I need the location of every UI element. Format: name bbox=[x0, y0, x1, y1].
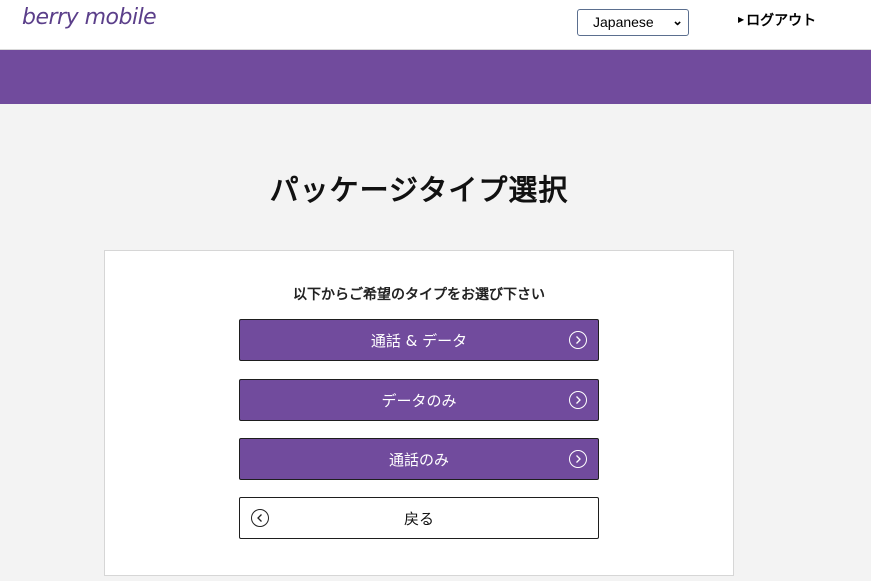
chevron-right-circle-icon bbox=[569, 391, 587, 409]
chevron-down-icon: ⌄ bbox=[672, 13, 683, 28]
data-only-button[interactable]: データのみ bbox=[239, 379, 599, 421]
triangle-right-icon: ▶ bbox=[738, 14, 745, 24]
page-title: パッケージタイプ選択 bbox=[269, 173, 569, 207]
call-and-data-button[interactable]: 通話 & データ bbox=[239, 319, 599, 361]
call-and-data-label: 通話 & データ bbox=[370, 332, 468, 350]
language-select[interactable]: Japanese ⌄ bbox=[577, 9, 689, 36]
chevron-right-circle-icon bbox=[569, 450, 587, 468]
purple-banner bbox=[0, 50, 871, 104]
back-label: 戻る bbox=[403, 510, 434, 528]
back-button[interactable]: 戻る bbox=[239, 497, 599, 539]
berry-mobile-logo[interactable]: berry mobile bbox=[22, 5, 157, 30]
top-header: berry mobile Japanese ⌄ ▶ ログアウト bbox=[0, 0, 871, 50]
call-only-button[interactable]: 通話のみ bbox=[239, 438, 599, 480]
logout-label: ログアウト bbox=[746, 13, 817, 29]
data-only-label: データのみ bbox=[381, 392, 457, 410]
call-only-label: 通話のみ bbox=[388, 451, 449, 469]
chevron-right-circle-icon bbox=[569, 331, 587, 349]
instruction-text: 以下からご希望のタイプをお選び下さい bbox=[293, 287, 545, 303]
language-select-value: Japanese bbox=[593, 14, 654, 30]
logout-link[interactable]: ▶ ログアウト bbox=[738, 10, 816, 30]
